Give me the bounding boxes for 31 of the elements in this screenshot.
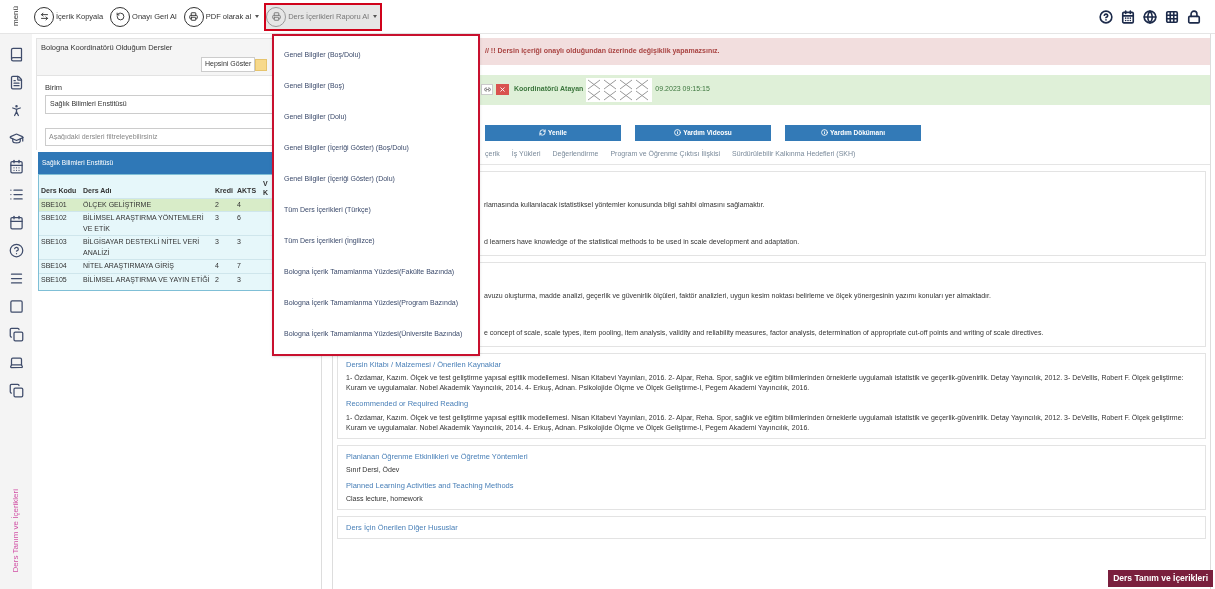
calendar-icon[interactable]: [1121, 9, 1135, 24]
lock-icon[interactable]: [1187, 9, 1201, 24]
toggle-swatch[interactable]: [255, 58, 268, 71]
document-icon[interactable]: [8, 74, 24, 90]
graduation-cap-icon[interactable]: [8, 130, 24, 146]
globe-icon[interactable]: [1143, 9, 1157, 24]
menu-label[interactable]: menü: [12, 6, 20, 27]
redaction-pattern: [586, 77, 653, 102]
book-icon[interactable]: [8, 46, 24, 62]
refresh-icon: [539, 129, 547, 136]
list-icon[interactable]: [8, 186, 24, 202]
calendar-icon[interactable]: [8, 158, 24, 174]
help-icon[interactable]: [8, 242, 24, 258]
copy-icon[interactable]: [8, 382, 24, 398]
copy-icon[interactable]: [8, 326, 24, 342]
caret-icon: [373, 15, 377, 18]
caret-icon: [255, 15, 260, 18]
link-icon: [483, 86, 491, 93]
link-button[interactable]: [481, 84, 493, 95]
close-icon: [499, 86, 506, 93]
help-icon[interactable]: [1099, 9, 1113, 24]
calendar-icon[interactable]: [8, 214, 24, 230]
menu-icon[interactable]: [8, 270, 24, 286]
remove-button[interactable]: [496, 84, 509, 95]
laptop-icon[interactable]: [8, 354, 24, 370]
section-badge: Ders Tanım ve İçerikleri: [1108, 570, 1213, 587]
info-icon: [821, 129, 829, 136]
square-icon[interactable]: [8, 298, 24, 314]
section-label: Ders Tanım ve İçerikleri: [12, 488, 20, 572]
grid-icon[interactable]: [1165, 9, 1179, 24]
info-icon: [674, 129, 682, 136]
